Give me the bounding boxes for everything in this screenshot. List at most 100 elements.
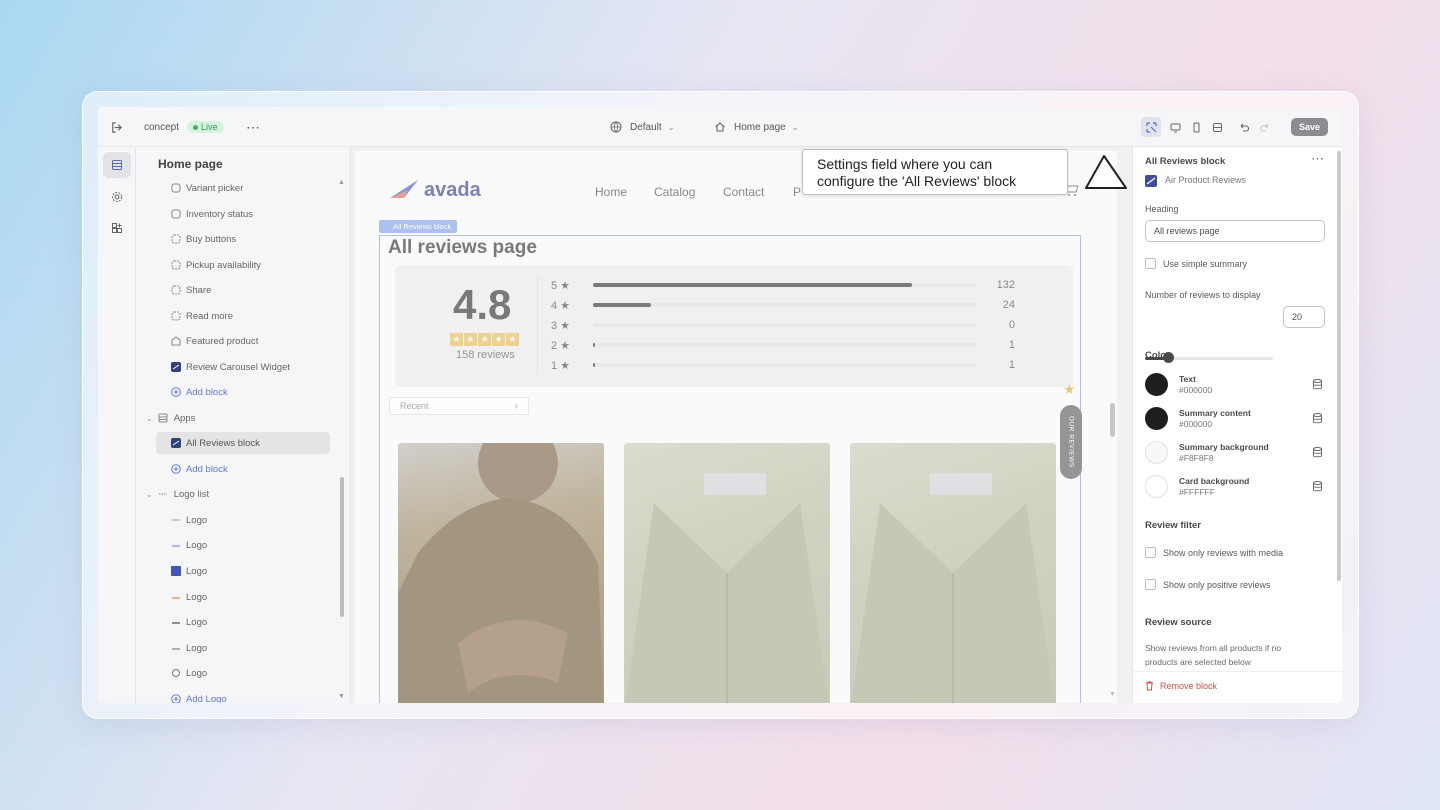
scroll-down-icon[interactable]: ▼ xyxy=(338,693,345,700)
sidebar-scrollbar[interactable] xyxy=(340,477,344,617)
gear-icon[interactable] xyxy=(103,184,131,210)
rating-summary: 4.8 ★ ★ ★ ★ ★ 158 reviews 5 ★ 132 4 ★ 24 3 ★ 0 2 ★… xyxy=(395,265,1073,387)
scroll-up-icon[interactable]: ▲ xyxy=(338,179,345,186)
sidebar-item-pickup-availability[interactable]: Pickup availability xyxy=(156,254,330,276)
sidebar-item-share[interactable]: Share xyxy=(156,279,330,301)
sort-dropdown[interactable]: Recent › xyxy=(389,397,529,415)
reviews-count: 158 reviews xyxy=(456,349,515,361)
review-photo-card[interactable] xyxy=(624,443,830,703)
status-badge: Live xyxy=(187,121,224,133)
mobile-icon[interactable] xyxy=(1186,117,1206,137)
num-reviews-input[interactable]: 20 xyxy=(1283,306,1325,328)
store-logo[interactable]: avada xyxy=(388,178,481,202)
media-only-checkbox[interactable] xyxy=(1145,547,1156,558)
review-photo-card[interactable] xyxy=(398,443,604,703)
database-icon[interactable] xyxy=(1313,481,1322,492)
sidebar-item-logo[interactable]: Logo xyxy=(156,637,330,659)
rating-count: 1 xyxy=(1008,359,1015,371)
fullscreen-icon[interactable] xyxy=(1207,117,1227,137)
rating-row: 5 ★ 132 xyxy=(551,277,1031,293)
star-icon: ★ xyxy=(1063,381,1076,397)
summary-background-swatch[interactable] xyxy=(1145,441,1168,464)
review-photo-card[interactable] xyxy=(850,443,1056,703)
review-source-label: Review source xyxy=(1145,617,1212,628)
add-block-button[interactable]: Add block xyxy=(156,458,330,480)
sidebar-item-logo[interactable]: Logo xyxy=(156,611,330,633)
sidebar-item-logo[interactable]: Logo xyxy=(156,662,330,684)
our-reviews-tab[interactable]: OUR REVIEWS xyxy=(1060,405,1082,479)
sidebar-item-read-more[interactable]: Read more xyxy=(156,305,330,327)
positive-only-label: Show only positive reviews xyxy=(1163,580,1271,590)
desktop-icon[interactable] xyxy=(1165,117,1185,137)
more-icon[interactable]: ⋯ xyxy=(246,107,261,147)
sidebar-item-logo[interactable]: Logo xyxy=(156,560,330,582)
nav-link-partial[interactable]: P xyxy=(793,185,801,199)
store-name: concept xyxy=(144,121,180,133)
color-hex: #FFFFFF xyxy=(1179,487,1215,497)
sidebar-item-variant-picker[interactable]: Variant picker xyxy=(156,177,330,199)
media-only-label: Show only reviews with media xyxy=(1163,548,1284,558)
sidebar-item-logo[interactable]: Logo xyxy=(156,586,330,608)
sidebar-item-inventory-status[interactable]: Inventory status xyxy=(156,203,330,225)
database-icon[interactable] xyxy=(1313,413,1322,424)
add-logo-button[interactable]: Add Logo xyxy=(156,688,330,703)
color-name: Summary content xyxy=(1179,408,1251,418)
remove-block-button[interactable]: Remove block xyxy=(1145,681,1217,691)
sidebar-item-logo[interactable]: Logo xyxy=(156,509,330,531)
theme-selector[interactable]: Default ⌄ xyxy=(610,107,674,147)
sidebar-item-logo[interactable]: Logo xyxy=(156,534,330,556)
sidebar-item-review-carousel[interactable]: Review Carousel Widget xyxy=(156,356,330,378)
panel-title: All Reviews block xyxy=(1145,156,1226,167)
sidebar-item-buy-buttons[interactable]: Buy buttons xyxy=(156,228,330,250)
rating-label: 3 ★ xyxy=(551,319,571,332)
rating-row: 1 ★ 1 xyxy=(551,357,1031,373)
rating-bar-fill xyxy=(593,283,912,287)
sidebar-group-apps[interactable]: ⌄ Apps xyxy=(146,407,320,429)
sidebar-item-featured-product[interactable]: Featured product xyxy=(156,330,330,352)
heading-input[interactable]: All reviews page xyxy=(1145,220,1325,242)
sections-icon[interactable] xyxy=(103,152,131,178)
chevron-down-icon: ⌄ xyxy=(146,413,153,423)
chevron-down-icon: ⌄ xyxy=(791,122,799,132)
exit-icon[interactable] xyxy=(110,107,123,147)
nav-link-home[interactable]: Home xyxy=(595,185,627,199)
sidebar-item-all-reviews-block[interactable]: All Reviews block xyxy=(156,432,330,454)
callout-line: configure the 'All Reviews' block xyxy=(817,173,1017,189)
undo-icon[interactable] xyxy=(1233,117,1253,137)
star-rating: ★ ★ ★ ★ ★ xyxy=(450,333,519,346)
positive-only-checkbox[interactable] xyxy=(1145,579,1156,590)
panel-scrollbar[interactable] xyxy=(1337,151,1341,581)
chevron-down-icon: ⌄ xyxy=(146,489,153,499)
summary-content-swatch[interactable] xyxy=(1145,407,1168,430)
review-photo xyxy=(851,473,1055,703)
text-color-swatch[interactable] xyxy=(1145,373,1168,396)
sidebar-group-logo-list[interactable]: ⌄ Logo list xyxy=(146,483,320,505)
rating-count: 0 xyxy=(1008,319,1015,331)
nav-link-contact[interactable]: Contact xyxy=(723,185,764,199)
top-bar: concept Live ⋯ Default ⌄ Home page ⌄ Sav… xyxy=(98,107,1342,147)
apps-icon[interactable] xyxy=(103,215,131,241)
add-block-button[interactable]: Add block xyxy=(156,381,330,403)
nav-link-catalog[interactable]: Catalog xyxy=(654,185,695,199)
more-icon[interactable]: ⋯ xyxy=(1311,151,1324,167)
color-name: Card background xyxy=(1179,476,1250,486)
simple-summary-checkbox[interactable] xyxy=(1145,258,1156,269)
page-selector[interactable]: Home page ⌄ xyxy=(714,107,798,147)
logo-thumb-icon xyxy=(170,592,181,603)
settings-panel: All Reviews block ⋯ Air Product Reviews … xyxy=(1132,147,1342,703)
review-source-desc: products are selected below xyxy=(1145,657,1251,667)
review-source-desc: Show reviews from all products if no xyxy=(1145,643,1282,653)
rating-bar-fill xyxy=(593,303,651,307)
inspector-icon[interactable] xyxy=(1141,117,1161,137)
rating-bar xyxy=(593,363,977,367)
cursor-arrow-icon xyxy=(1085,155,1127,189)
save-button[interactable]: Save xyxy=(1291,118,1329,136)
preview-scrollbar[interactable] xyxy=(1110,403,1115,437)
scroll-down-icon[interactable]: ▼ xyxy=(1109,691,1116,698)
block-tag[interactable]: All Reviews block xyxy=(379,220,458,233)
card-background-swatch[interactable] xyxy=(1145,475,1168,498)
database-icon[interactable] xyxy=(1313,379,1322,390)
rating-row: 3 ★ 0 xyxy=(551,317,1031,333)
database-icon[interactable] xyxy=(1313,447,1322,458)
redo-icon[interactable] xyxy=(1255,117,1275,137)
